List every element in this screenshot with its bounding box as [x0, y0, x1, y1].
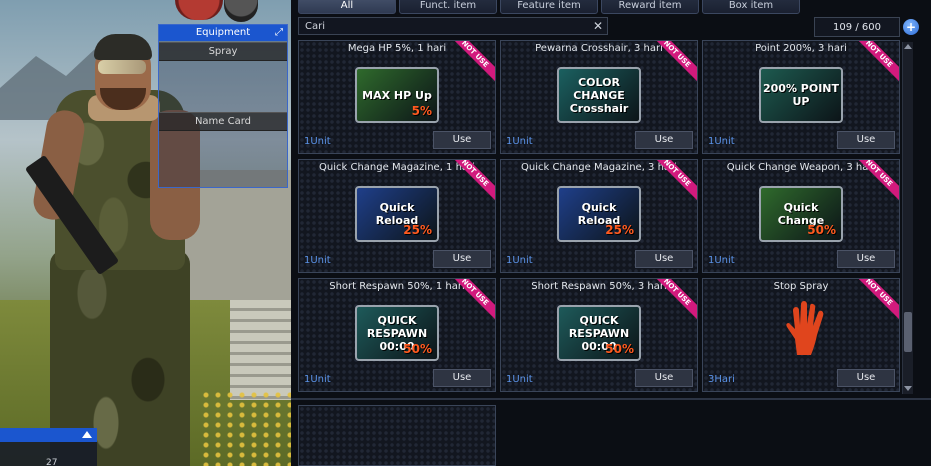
- item-card[interactable]: Quick Change Weapon, 3 hari NOT USE Quick …: [702, 159, 900, 273]
- use-button[interactable]: Use: [433, 250, 491, 268]
- scroll-down-icon[interactable]: [904, 386, 912, 391]
- tab-feature-item[interactable]: Feature item: [500, 0, 598, 14]
- item-card[interactable]: Mega HP 5%, 1 hari NOT USE MAX HP Up 5% 1Uni…: [298, 40, 496, 154]
- use-button[interactable]: Use: [837, 369, 895, 387]
- chat-body: 27: [0, 442, 97, 466]
- item-icon: MAX HP Up 5%: [355, 67, 439, 123]
- item-quantity: 1Unit: [304, 255, 331, 266]
- hand-spray-icon: [786, 301, 824, 355]
- item-icon-percent: 50%: [807, 223, 836, 237]
- inventory-count: 109 / 600: [814, 17, 900, 37]
- item-quantity: 1Unit: [708, 136, 735, 147]
- item-quantity: 1Unit: [708, 255, 735, 266]
- tab-reward-item[interactable]: Reward item: [601, 0, 699, 14]
- character-goggles: [98, 60, 146, 74]
- character-beanie: [94, 34, 152, 60]
- use-button[interactable]: Use: [837, 250, 895, 268]
- search-input[interactable]: Cari ✕: [298, 17, 608, 35]
- item-icon: Quick Reload 25%: [355, 186, 439, 242]
- equipment-title: Equipment: [159, 25, 287, 41]
- item-card[interactable]: Quick Change Magazine, 1 hari NOT USE Quic…: [298, 159, 496, 273]
- inventory-panel: All Funct. item Feature item Reward item…: [291, 0, 931, 466]
- not-use-badge: NOT USE: [859, 279, 899, 319]
- item-icon: COLOR CHANGE Crosshair: [557, 67, 641, 123]
- chat-line: 27: [46, 458, 58, 466]
- resize-icon[interactable]: ⤢: [273, 27, 285, 39]
- not-use-badge-label: NOT USE: [657, 279, 697, 319]
- item-icon-label: COLOR CHANGE Crosshair: [569, 75, 629, 115]
- scroll-thumb[interactable]: [904, 312, 912, 352]
- use-button[interactable]: Use: [635, 131, 693, 149]
- item-icon: Quick Change 50%: [759, 186, 843, 242]
- not-use-badge-label: NOT USE: [859, 41, 899, 81]
- not-use-badge: NOT USE: [657, 279, 697, 319]
- item-card[interactable]: Point 200%, 3 hari NOT USE 200% POINT UP 1U…: [702, 40, 900, 154]
- item-quantity: 3Hari: [708, 374, 735, 385]
- item-card[interactable]: Pewarna Crosshair, 3 hari NOT USE COLOR CH…: [500, 40, 698, 154]
- use-button[interactable]: Use: [635, 250, 693, 268]
- not-use-badge: NOT USE: [455, 279, 495, 319]
- item-quantity: 1Unit: [304, 374, 331, 385]
- not-use-badge: NOT USE: [657, 160, 697, 200]
- item-icon-percent: 50%: [605, 342, 634, 356]
- background-flowers: [200, 390, 295, 466]
- scroll-up-icon[interactable]: [904, 44, 912, 49]
- not-use-badge-label: NOT USE: [657, 41, 697, 81]
- use-button[interactable]: Use: [837, 131, 895, 149]
- use-button[interactable]: Use: [635, 369, 693, 387]
- item-card[interactable]: Quick Change Magazine, 3 hari NOT USE Quic…: [500, 159, 698, 273]
- item-icon-percent: 5%: [411, 104, 432, 118]
- item-icon-percent: 50%: [403, 342, 432, 356]
- equipment-panel: Equipment ⤢ Spray Name Card: [158, 24, 288, 188]
- item-icon-label: 200% POINT UP: [762, 82, 840, 108]
- not-use-badge: NOT USE: [455, 41, 495, 81]
- item-icon: QUICK RESPAWN 00:00 50%: [355, 305, 439, 361]
- expand-up-icon[interactable]: [82, 431, 92, 438]
- item-card[interactable]: Stop Spray NOT USE 3Hari Use: [702, 278, 900, 392]
- equipment-slot-name-card[interactable]: Name Card: [159, 112, 287, 131]
- tab-funct-item[interactable]: Funct. item: [399, 0, 497, 14]
- item-quantity: 1Unit: [506, 136, 533, 147]
- scrollbar[interactable]: [902, 42, 913, 394]
- item-preview-slot: [298, 405, 496, 466]
- tab-all[interactable]: All: [298, 0, 396, 14]
- not-use-badge-label: NOT USE: [455, 279, 495, 319]
- not-use-badge-label: NOT USE: [859, 160, 899, 200]
- expand-inventory-button[interactable]: +: [903, 19, 919, 35]
- divider: [291, 398, 931, 400]
- not-use-badge: NOT USE: [657, 41, 697, 81]
- not-use-badge-label: NOT USE: [657, 160, 697, 200]
- not-use-badge: NOT USE: [859, 160, 899, 200]
- not-use-badge: NOT USE: [859, 41, 899, 81]
- search-value: Cari: [305, 21, 325, 32]
- item-grid: Mega HP 5%, 1 hari NOT USE MAX HP Up 5% 1Uni…: [298, 40, 904, 394]
- equipment-slot-spray[interactable]: Spray: [159, 42, 287, 61]
- item-card[interactable]: Short Respawn 50%, 3 hari NOT USE QUICK RE…: [500, 278, 698, 392]
- clear-icon[interactable]: ✕: [593, 18, 603, 35]
- item-icon-percent: 25%: [605, 223, 634, 237]
- not-use-badge-label: NOT USE: [455, 160, 495, 200]
- item-card[interactable]: Short Respawn 50%, 1 hari NOT USE QUICK RE…: [298, 278, 496, 392]
- not-use-badge-label: NOT USE: [859, 279, 899, 319]
- item-quantity: 1Unit: [506, 374, 533, 385]
- item-icon-percent: 25%: [403, 223, 432, 237]
- item-icon: 200% POINT UP: [759, 67, 843, 123]
- item-icon: QUICK RESPAWN 00:00 50%: [557, 305, 641, 361]
- item-icon: Quick Reload 25%: [557, 186, 641, 242]
- background-stairs: [230, 300, 295, 400]
- not-use-badge: NOT USE: [455, 160, 495, 200]
- use-button[interactable]: Use: [433, 369, 491, 387]
- use-button[interactable]: Use: [433, 131, 491, 149]
- item-quantity: 1Unit: [506, 255, 533, 266]
- tab-box-item[interactable]: Box item: [702, 0, 800, 14]
- item-quantity: 1Unit: [304, 136, 331, 147]
- not-use-badge-label: NOT USE: [455, 41, 495, 81]
